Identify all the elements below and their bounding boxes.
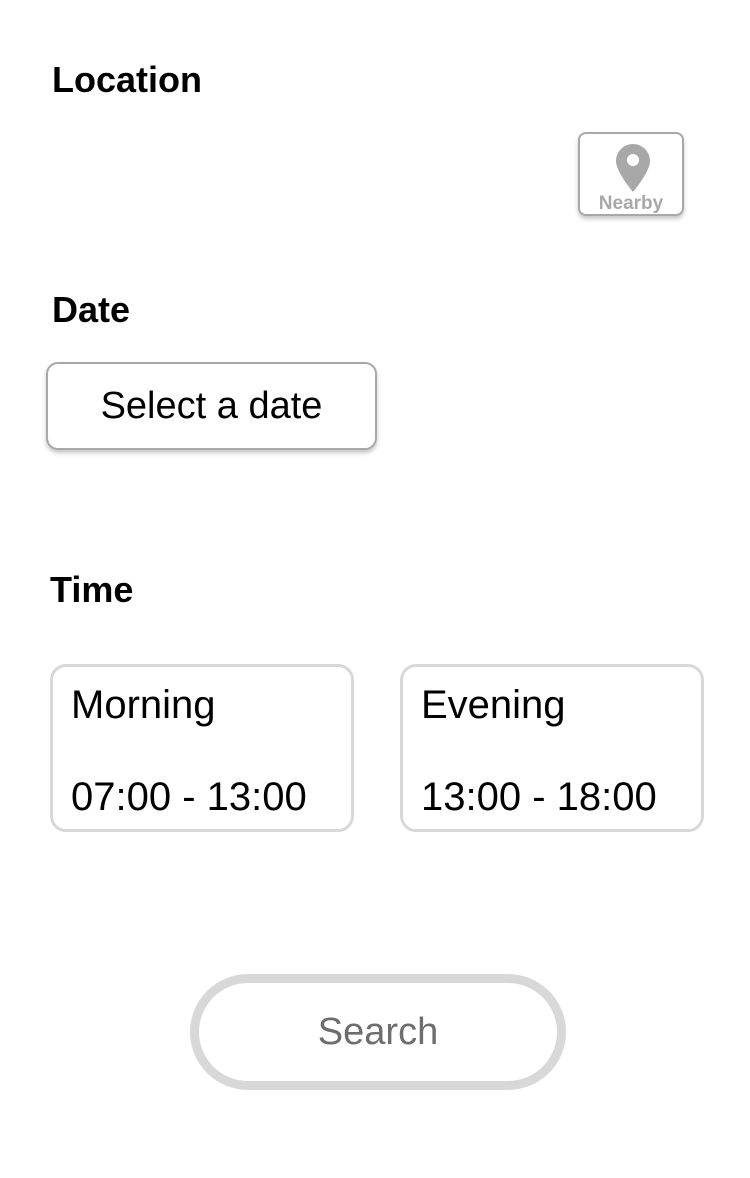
map-pin-icon [616,144,650,192]
location-heading: Location [52,59,202,100]
nearby-button[interactable]: Nearby [578,132,684,216]
date-heading: Date [52,289,131,330]
search-button[interactable]: Search [190,974,566,1090]
time-heading: Time [50,569,134,610]
select-date-button[interactable]: Select a date [46,362,377,450]
time-slot-name: Morning [71,683,216,727]
time-slot-name: Evening [421,683,566,727]
nearby-label: Nearby [598,193,664,214]
time-slot-morning[interactable]: Morning 07:00 - 13:00 [50,664,354,832]
time-slot-range: 07:00 - 13:00 [71,775,307,819]
time-slot-range: 13:00 - 18:00 [421,775,657,819]
time-slot-evening[interactable]: Evening 13:00 - 18:00 [400,664,704,832]
